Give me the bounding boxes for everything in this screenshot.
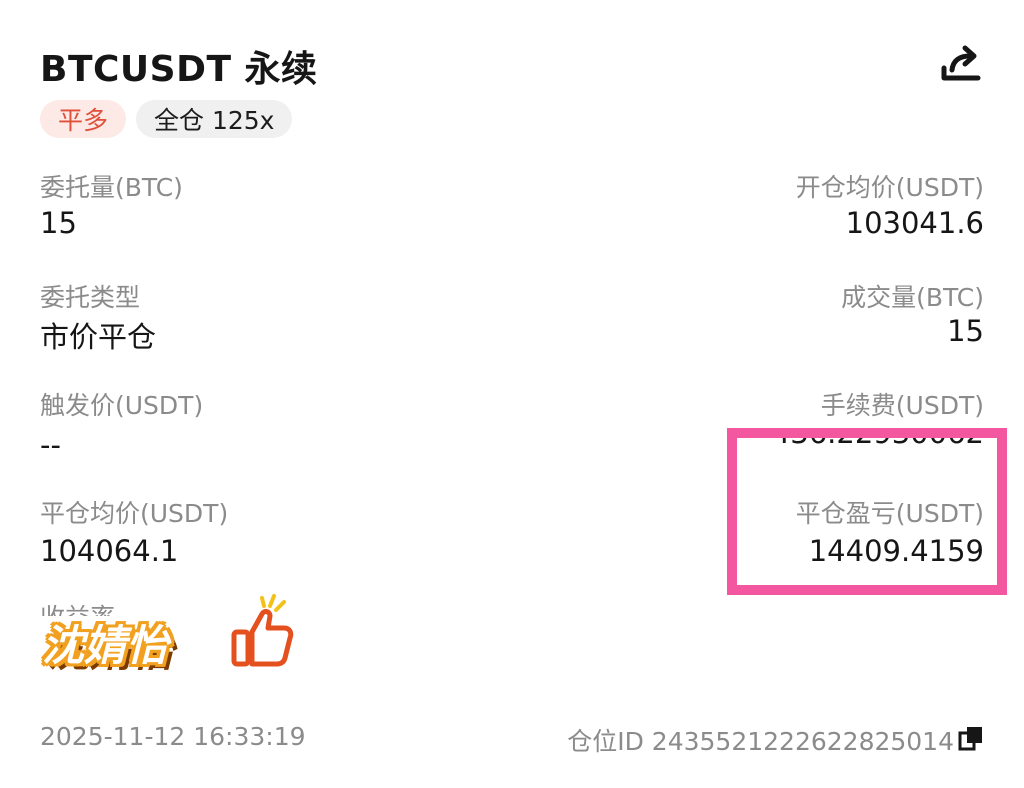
thumbs-up-icon — [231, 594, 294, 667]
open-avg-label: 开仓均价(USDT) — [795, 173, 984, 202]
order-type-value: 市价平仓 — [40, 320, 157, 354]
page-title: BTCUSDT 永续 — [40, 49, 318, 90]
order-qty-label: 委托量(BTC) — [40, 173, 183, 202]
open-avg-value: 103041.6 — [845, 206, 984, 240]
position-id: 仓位ID 2435521222622825014 — [567, 727, 954, 756]
trigger-price-label: 触发价(USDT) — [40, 391, 204, 420]
side-badge: 平多 — [40, 100, 127, 138]
close-avg-value: 104064.1 — [40, 534, 179, 568]
order-type-label: 委托类型 — [40, 283, 141, 312]
timestamp: 2025-11-12 16:33:19 — [40, 722, 306, 751]
margin-mode-badge: 全仓 125x — [136, 100, 293, 138]
close-avg-label: 平仓均价(USDT) — [40, 499, 229, 528]
name-sticker: 沈婧怡 — [42, 621, 169, 670]
trigger-price-value: -- — [40, 428, 61, 462]
filled-qty-value: 15 — [947, 314, 984, 348]
order-qty-value: 15 — [40, 206, 77, 240]
share-icon[interactable] — [938, 42, 984, 84]
copy-icon[interactable] — [958, 725, 984, 751]
fee-label: 手续费(USDT) — [820, 391, 984, 420]
filled-qty-label: 成交量(BTC) — [841, 283, 984, 312]
badge-row: 平多 全仓 125x — [40, 100, 293, 138]
pnl-highlight-box — [727, 428, 1007, 595]
